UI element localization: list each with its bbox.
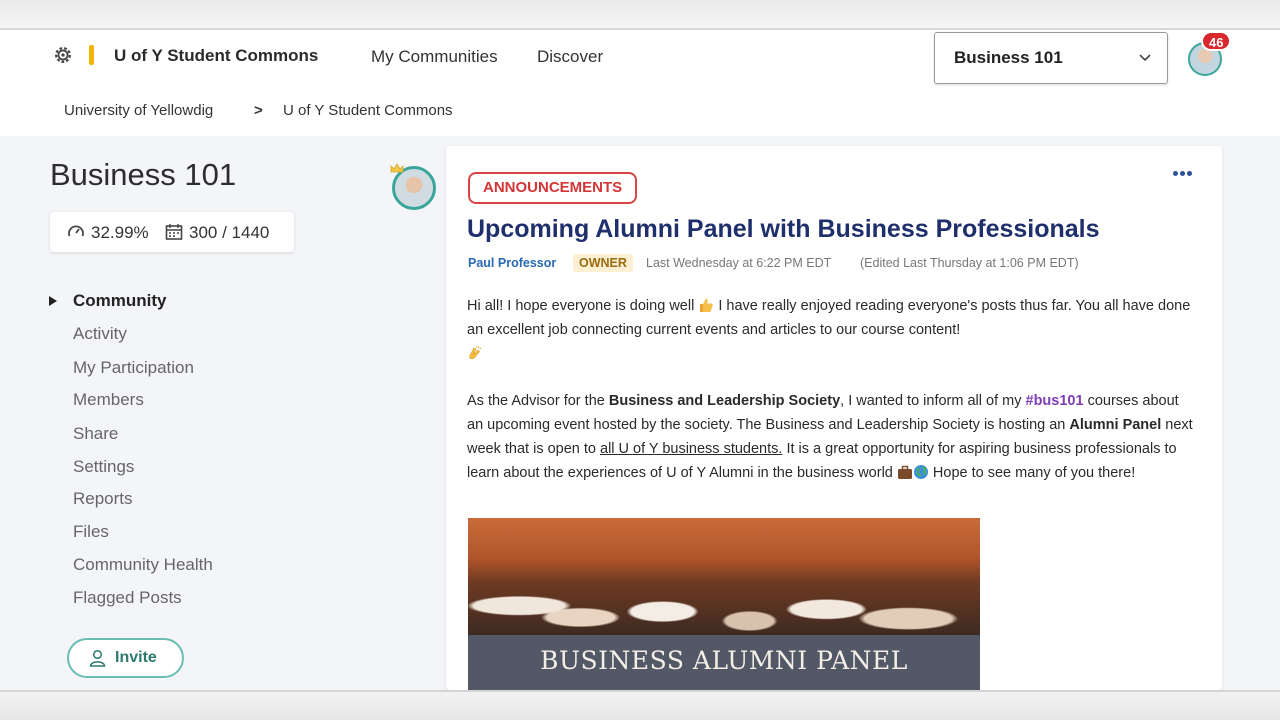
community-brand[interactable]: U of Y Student Commons <box>114 46 318 66</box>
brand-accent-bar <box>89 45 94 65</box>
globe-icon <box>913 465 928 479</box>
sidebar-item-flagged-posts[interactable]: Flagged Posts <box>73 588 182 608</box>
notification-badge[interactable]: 46 <box>1201 31 1232 51</box>
sidebar-item-members[interactable]: Members <box>73 390 144 410</box>
post-title[interactable]: Upcoming Alumni Panel with Business Prof… <box>467 215 1100 244</box>
audience-photo <box>468 518 980 635</box>
sidebar-item-files[interactable]: Files <box>73 522 109 542</box>
user-icon <box>89 649 106 667</box>
sidebar-item-settings[interactable]: Settings <box>73 457 134 477</box>
community-title: Business 101 <box>50 157 237 192</box>
clapping-hands-icon <box>469 345 482 359</box>
nav-discover[interactable]: Discover <box>537 47 603 67</box>
sidebar-item-reports[interactable]: Reports <box>73 489 133 509</box>
invite-label: Invite <box>115 649 157 666</box>
breadcrumb-current[interactable]: U of Y Student Commons <box>283 102 453 119</box>
thumbs-up-icon <box>700 298 714 312</box>
gauge-icon <box>68 225 84 237</box>
post-author[interactable]: Paul Professor <box>468 256 556 270</box>
window-frame-top <box>0 0 1280 30</box>
breadcrumb-root[interactable]: University of Yellowdig <box>64 102 213 119</box>
banner-caption: BUSINESS ALUMNI PANEL <box>540 646 908 675</box>
participation-percent: 32.99% <box>91 223 149 242</box>
sidebar-item-share[interactable]: Share <box>73 424 118 444</box>
active-caret-icon <box>49 296 57 306</box>
sidebar-item-my-participation[interactable]: My Participation <box>73 358 194 378</box>
chevron-down-icon <box>1139 54 1151 62</box>
course-select-value: Business 101 <box>954 48 1063 67</box>
briefcase-icon <box>897 465 912 479</box>
invite-button[interactable]: Invite <box>67 638 184 678</box>
post-card: ANNOUNCEMENTS Upcoming Alumni Panel with… <box>446 146 1222 690</box>
crown-icon <box>390 163 404 173</box>
window-frame-bottom <box>0 690 1280 720</box>
post-edited-timestamp: (Edited Last Thursday at 1:06 PM EDT) <box>860 256 1079 270</box>
points-count: 300 / 1440 <box>189 223 270 242</box>
announcement-tag[interactable]: ANNOUNCEMENTS <box>468 172 638 204</box>
stats-card: 32.99% 300 / 1440 <box>50 212 294 252</box>
nav-my-communities[interactable]: My Communities <box>371 47 498 67</box>
sidebar-item-activity[interactable]: Activity <box>73 324 127 344</box>
calendar-icon <box>165 224 183 240</box>
gear-icon[interactable] <box>52 44 74 66</box>
post-paragraph-1: Hi all! I hope everyone is doing well I … <box>467 294 1197 366</box>
sidebar-item-community[interactable]: Community <box>73 291 167 311</box>
author-role-badge: OWNER <box>573 254 633 272</box>
event-banner-image[interactable]: BUSINESS ALUMNI PANEL <box>468 518 980 690</box>
course-select[interactable]: Business 101 <box>934 32 1168 84</box>
post-paragraph-2: As the Advisor for the Business and Lead… <box>467 393 1193 481</box>
post-timestamp: Last Wednesday at 6:22 PM EDT <box>646 256 832 270</box>
breadcrumb-separator: > <box>254 102 263 119</box>
hashtag-link[interactable]: #bus101 <box>1026 393 1084 409</box>
sidebar-item-community-health[interactable]: Community Health <box>73 555 213 575</box>
more-dots-icon[interactable] <box>1173 161 1195 176</box>
